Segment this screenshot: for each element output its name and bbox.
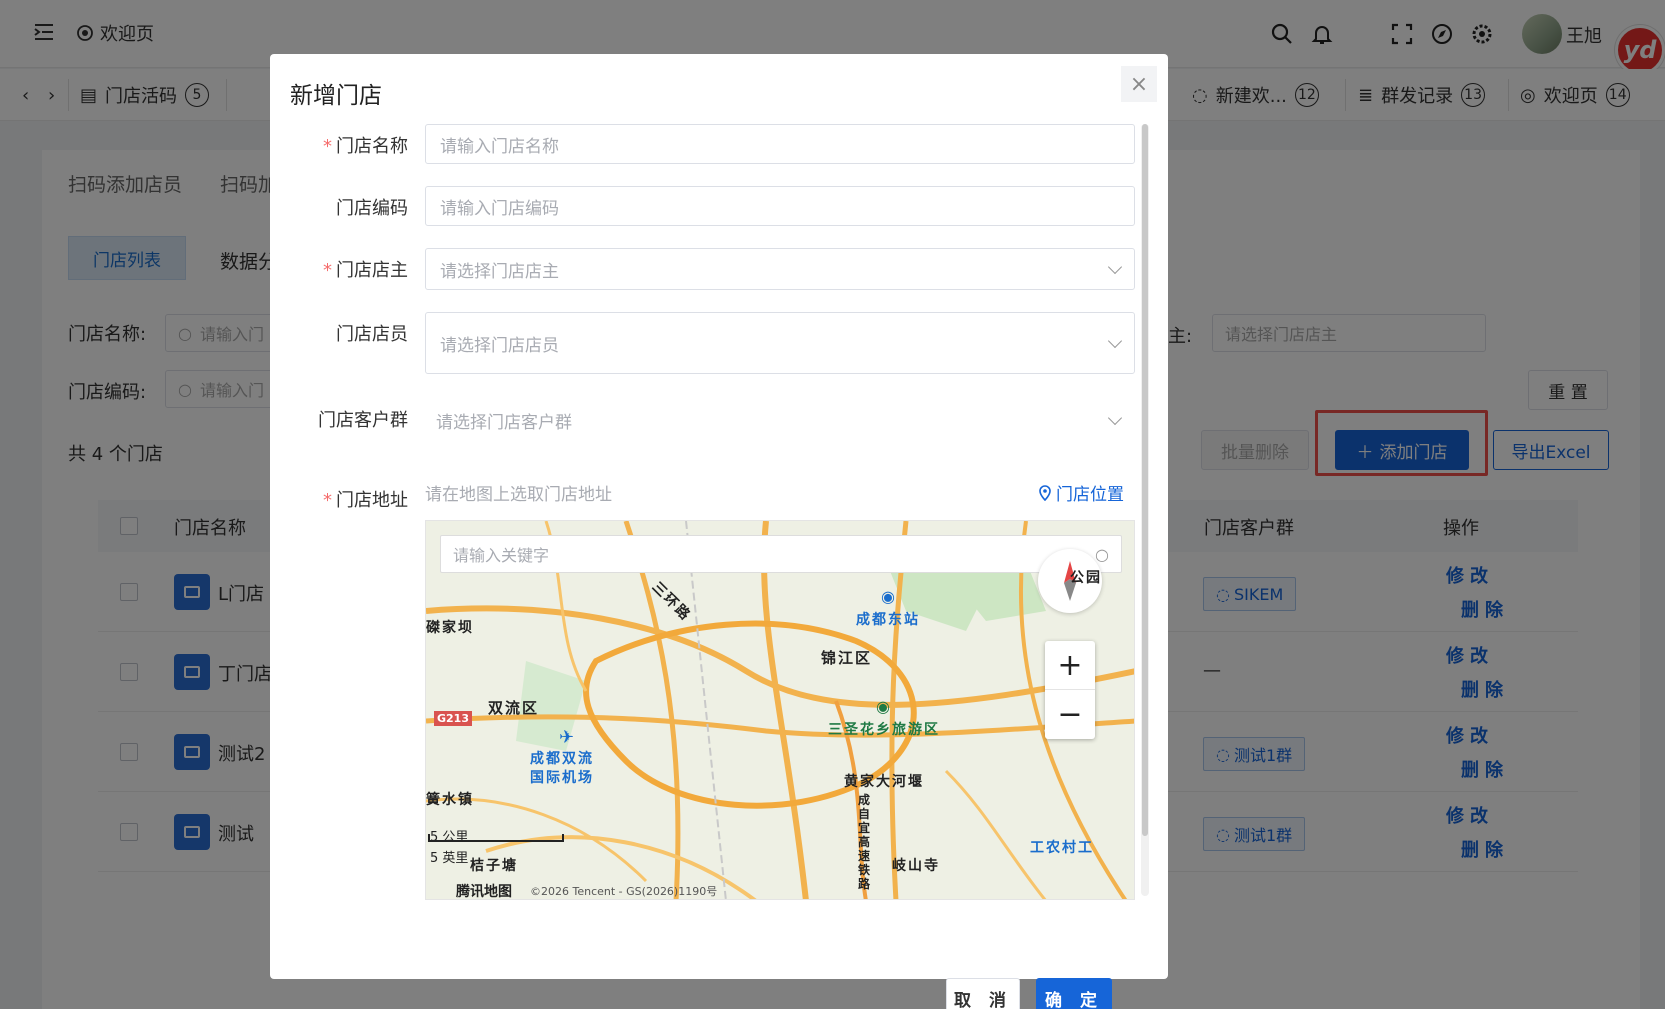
airport-icon: ✈ [559, 727, 577, 748]
store-staff-label: 门店店员 [336, 324, 408, 345]
dialog-title: 新增门店 [290, 83, 382, 109]
store-staff-select[interactable]: 请选择门店店员 [425, 312, 1135, 374]
map-label: 黄家大河堰 [844, 774, 924, 790]
scale-bar [428, 834, 564, 842]
map-label: 成都东站 [856, 612, 920, 628]
placeholder: 请选择门店客户群 [436, 412, 572, 433]
zoom-in-button[interactable]: + [1045, 641, 1095, 690]
map-brand: 腾讯地图 [456, 884, 512, 900]
locate-label: 门店位置 [1056, 485, 1124, 505]
station-icon: ◉ [881, 587, 897, 606]
store-code-input[interactable]: 请输入门店编码 [425, 186, 1135, 226]
map-search-input[interactable]: 请输入关键字 ○ [440, 535, 1122, 573]
store-name-label: * 门店名称 [323, 136, 408, 157]
store-owner-label: * 门店店主 [323, 260, 408, 281]
dialog-scrollbar[interactable] [1141, 124, 1149, 896]
map-label: 三圣花乡旅游区 [828, 722, 940, 738]
store-groups-select[interactable]: 请选择门店客户群 [425, 398, 1135, 442]
close-icon[interactable]: × [1121, 66, 1157, 102]
store-address-label: * 门店地址 [323, 490, 408, 511]
store-name-input[interactable]: 请输入门店名称 [425, 124, 1135, 164]
zoom-out-button[interactable]: − [1045, 690, 1095, 739]
placeholder: 请选择门店店员 [440, 335, 559, 356]
placeholder: 请输入门店编码 [440, 198, 559, 219]
placeholder: 请选择门店店主 [440, 261, 559, 282]
map-label: 桔子塘 [470, 858, 518, 874]
store-groups-label: 门店客户群 [318, 410, 408, 431]
chevron-down-icon [1107, 259, 1123, 275]
cancel-button[interactable]: 取 消 [946, 978, 1020, 1009]
map-label: 国际机场 [530, 770, 594, 786]
add-store-dialog: 新增门店 × * 门店名称 请输入门店名称 门店编码 请输入门店编码 * 门店店主 … [270, 54, 1168, 1009]
chevron-down-icon [1107, 410, 1123, 426]
map-label: 公园 [1070, 570, 1102, 586]
map-label: 工农村工 [1030, 840, 1094, 856]
store-owner-select[interactable]: 请选择门店店主 [425, 248, 1135, 290]
placeholder: 请输入关键字 [453, 546, 550, 565]
scale-mi: 5 英里 [430, 851, 469, 866]
map-label: 双流区 [488, 699, 540, 717]
map-label: 簧水镇 [426, 792, 474, 808]
map-label: 成自宜高速铁路 [858, 793, 871, 891]
placeholder: 请输入门店名称 [440, 136, 559, 157]
map-label: 磔家坝 [426, 620, 474, 636]
location-pin-icon [1039, 484, 1051, 501]
zoom-control: + − [1045, 641, 1095, 739]
chevron-down-icon [1107, 333, 1123, 349]
store-location-link[interactable]: 门店位置 [1038, 480, 1124, 505]
store-code-label: 门店编码 [336, 198, 408, 219]
map-copyright: ©2026 Tencent - GS(2026)1190号 [530, 885, 718, 898]
map-label: 岐山寺 [892, 858, 940, 874]
map-label: 成都双流 [530, 751, 594, 767]
highway-shield: G213 [434, 711, 472, 726]
address-hint: 请在地图上选取门店地址 [425, 485, 612, 505]
scrollbar-thumb[interactable] [1142, 124, 1148, 836]
map-canvas[interactable]: 请输入关键字 ○ + − 三环路 成都东站 锦江区 双流区 成都双流 国际机场 … [425, 520, 1135, 900]
map-label: 锦江区 [821, 649, 873, 667]
confirm-button[interactable]: 确 定 [1036, 978, 1112, 1009]
scenic-icon: ◉ [876, 697, 892, 716]
